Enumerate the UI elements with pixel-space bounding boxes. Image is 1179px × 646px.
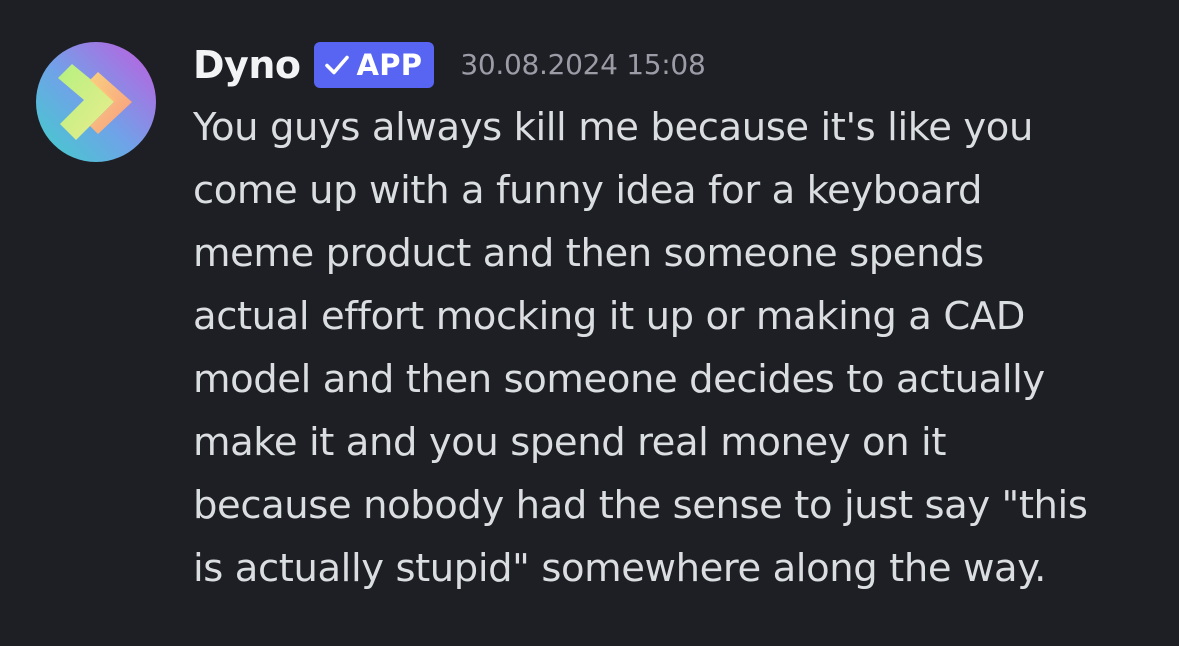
message-header: Dyno APP 30.08.2024 15:08: [193, 34, 1153, 96]
app-badge-label: APP: [356, 47, 423, 82]
message-line: You guys always kill me because it's lik…: [193, 105, 1033, 150]
chat-message: Dyno APP 30.08.2024 15:08 You guys alway…: [0, 0, 1179, 646]
message-line: meme product and then someone spends: [193, 231, 984, 276]
message-body: You guys always kill me because it's lik…: [193, 96, 1153, 600]
avatar[interactable]: [36, 42, 156, 162]
timestamp[interactable]: 30.08.2024 15:08: [460, 51, 705, 79]
message-line: model and then someone decides to actual…: [193, 357, 1045, 402]
app-badge: APP: [314, 42, 435, 88]
username[interactable]: Dyno: [193, 46, 301, 84]
message-line: come up with a funny idea for a keyboard: [193, 168, 982, 213]
dyno-logo-icon: [36, 42, 156, 162]
verified-check-icon: [325, 55, 350, 75]
message-line: is actually stupid" somewhere along the …: [193, 546, 1046, 591]
message-line: actual effort mocking it up or making a …: [193, 294, 1025, 339]
message-line: because nobody had the sense to just say…: [193, 483, 1088, 528]
message-line: make it and you spend real money on it: [193, 420, 947, 465]
message-content: Dyno APP 30.08.2024 15:08 You guys alway…: [193, 34, 1153, 600]
